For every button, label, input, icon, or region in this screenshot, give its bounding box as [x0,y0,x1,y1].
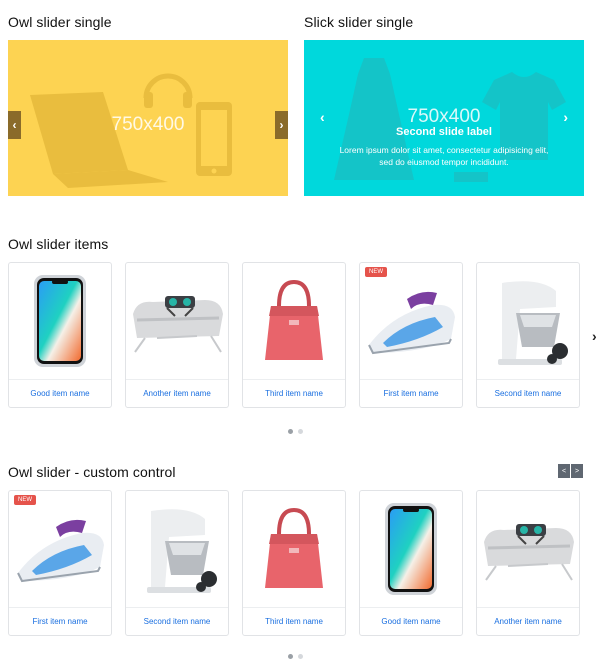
tray-image[interactable] [126,263,228,379]
slick-single-slide[interactable]: 750x400 Second slide label Lorem ipsum d… [304,40,584,196]
owl-single-title: Owl slider single [8,14,112,30]
product-card[interactable]: Third item name [242,262,346,408]
phone-image[interactable] [360,491,462,607]
product-card[interactable]: NEW First item name [8,490,112,636]
bag-image[interactable] [243,263,345,379]
carousel-dot[interactable] [288,429,293,434]
product-name-link[interactable]: Second item name [126,617,228,626]
card-divider [360,607,462,608]
card-divider [9,607,111,608]
carousel-dot[interactable] [298,654,303,659]
carousel-dot[interactable] [288,654,293,659]
slick-single-title: Slick slider single [304,14,414,30]
product-name-link[interactable]: Third item name [243,617,345,626]
chevron-right-icon[interactable]: › [275,111,288,139]
product-name-link[interactable]: First item name [9,617,111,626]
product-card[interactable]: Another item name [125,262,229,408]
product-name-link[interactable]: Second item name [477,389,579,398]
owl-items-title: Owl slider items [8,236,109,252]
product-name-link[interactable]: Good item name [9,389,111,398]
product-card[interactable]: Second item name [476,262,580,408]
new-badge: NEW [365,267,387,277]
card-divider [126,379,228,380]
iron-image[interactable] [360,263,462,379]
chevron-right-icon[interactable]: › [592,328,597,344]
mixer-image[interactable] [126,491,228,607]
carousel-dot[interactable] [298,429,303,434]
card-divider [126,607,228,608]
slide-placeholder-text: 750x400 [111,114,185,135]
card-divider [243,607,345,608]
product-card[interactable]: Good item name [8,262,112,408]
slide-caption-title: Second slide label [396,126,492,138]
new-badge: NEW [14,495,36,505]
product-name-link[interactable]: First item name [360,389,462,398]
card-divider [477,379,579,380]
product-name-link[interactable]: Another item name [126,389,228,398]
product-card[interactable]: Good item name [359,490,463,636]
bag-image[interactable] [243,491,345,607]
custom-next-button[interactable]: > [571,464,583,478]
product-name-link[interactable]: Another item name [477,617,579,626]
carousel-dots [288,654,303,659]
chevron-left-icon[interactable]: ‹ [320,109,325,125]
mixer-image[interactable] [477,263,579,379]
product-card[interactable]: Another item name [476,490,580,636]
product-name-link[interactable]: Third item name [243,389,345,398]
product-card[interactable]: Third item name [242,490,346,636]
product-card[interactable]: Second item name [125,490,229,636]
product-name-link[interactable]: Good item name [360,617,462,626]
card-divider [477,607,579,608]
owl-custom-title: Owl slider - custom control [8,464,176,480]
custom-prev-button[interactable]: < [558,464,570,478]
chevron-right-icon[interactable]: › [563,109,568,125]
owl-single-slide[interactable]: 750x400 ‹ › [8,40,288,196]
iron-image[interactable] [9,491,111,607]
card-divider [360,379,462,380]
product-card[interactable]: NEW First item name [359,262,463,408]
chevron-left-icon[interactable]: ‹ [8,111,21,139]
phone-image[interactable] [9,263,111,379]
card-divider [243,379,345,380]
slide-caption-text: Lorem ipsum dolor sit amet, consectetur … [339,145,549,167]
card-divider [9,379,111,380]
tray-image[interactable] [477,491,579,607]
carousel-dots [288,429,303,434]
slide-placeholder-text: 750x400 [407,106,481,127]
